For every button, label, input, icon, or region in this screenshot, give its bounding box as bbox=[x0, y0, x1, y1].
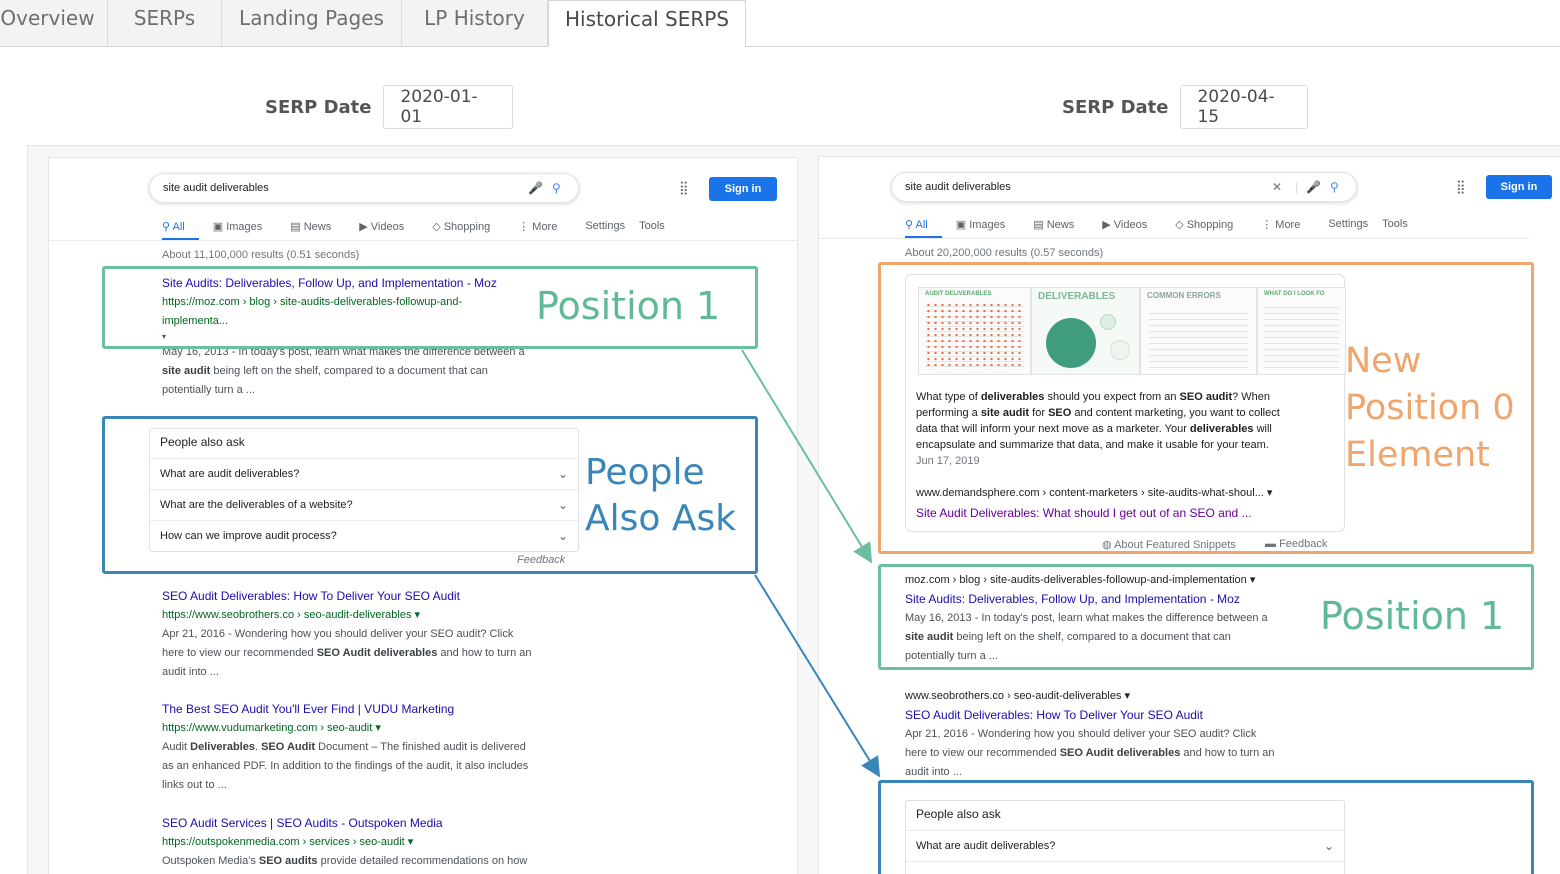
nav-settings[interactable]: Settings bbox=[585, 220, 625, 240]
serp-date-input-right[interactable]: 2020-04-15 bbox=[1180, 85, 1309, 129]
result-count: About 11,100,000 results (0.51 seconds) bbox=[162, 249, 360, 261]
result-url[interactable]: https://www.seobrothers.co › seo-audit-d… bbox=[162, 606, 602, 625]
tab-bar: Overview SERPs Landing Pages LP History … bbox=[0, 0, 1560, 47]
nav-settings[interactable]: Settings bbox=[1328, 218, 1368, 238]
annotation-box-people-also-ask-right bbox=[878, 780, 1534, 874]
annotation-label-new-position-0: New Position 0 Element bbox=[1345, 341, 1515, 475]
nav-more[interactable]: ⋮ More bbox=[518, 220, 571, 240]
result-count: About 20,200,000 results (0.57 seconds) bbox=[905, 247, 1104, 259]
search-result: SEO Audit Deliverables: How To Deliver Y… bbox=[162, 587, 602, 682]
mic-icon[interactable]: 🎤 bbox=[528, 174, 543, 202]
tab-overview[interactable]: Overview bbox=[0, 0, 108, 46]
serp-date-label: SERP Date bbox=[265, 96, 372, 118]
nav-images[interactable]: ▣ Images bbox=[213, 220, 277, 240]
result-snippet: here to view our recommended SEO Audit d… bbox=[905, 747, 1275, 759]
result-title[interactable]: The Best SEO Audit You'll Ever Find | VU… bbox=[162, 700, 602, 719]
result-snippet: Apr 21, 2016 - Wondering how you should … bbox=[162, 628, 514, 640]
serp-date-left: SERP Date 2020-01-01 bbox=[265, 85, 514, 129]
search-query: site audit deliverables bbox=[905, 181, 1011, 193]
result-snippet: audit into ... bbox=[162, 666, 219, 678]
nav-more[interactable]: ⋮ More bbox=[1261, 218, 1314, 238]
result-title[interactable]: SEO Audit Deliverables: How To Deliver Y… bbox=[162, 587, 602, 606]
divider: | bbox=[1295, 180, 1299, 194]
nav-news[interactable]: ▤ News bbox=[290, 220, 345, 240]
result-title[interactable]: SEO Audit Services | SEO Audits - Outspo… bbox=[162, 814, 602, 833]
search-result: The Best SEO Audit You'll Ever Find | VU… bbox=[162, 700, 602, 795]
nav-images[interactable]: ▣ Images bbox=[956, 218, 1020, 238]
nav-news[interactable]: ▤ News bbox=[1033, 218, 1088, 238]
result-snippet: Outspoken Media's SEO audits provide det… bbox=[162, 855, 528, 867]
result-url[interactable]: https://outspokenmedia.com › services › … bbox=[162, 833, 602, 852]
search-result: SEO Audit Services | SEO Audits - Outspo… bbox=[162, 814, 602, 871]
search-result: www.seobrothers.co › seo-audit-deliverab… bbox=[905, 687, 1345, 782]
search-input[interactable]: site audit deliverables ✕ | 🎤 ⚲ bbox=[891, 172, 1357, 202]
sign-in-button[interactable]: Sign in bbox=[709, 177, 777, 201]
tab-landing-pages[interactable]: Landing Pages bbox=[222, 0, 402, 46]
annotation-label-position-1-right: Position 1 bbox=[1320, 594, 1505, 638]
apps-grid-icon[interactable]: ⣿ bbox=[679, 180, 689, 196]
result-title[interactable]: SEO Audit Deliverables: How To Deliver Y… bbox=[905, 706, 1345, 725]
result-snippet: Apr 21, 2016 - Wondering how you should … bbox=[905, 728, 1257, 740]
result-snippet: Audit Deliverables. SEO Audit Document –… bbox=[162, 741, 526, 753]
mic-icon[interactable]: 🎤 bbox=[1306, 173, 1321, 201]
nav-all[interactable]: ⚲ All bbox=[162, 220, 199, 240]
tab-serps[interactable]: SERPs bbox=[108, 0, 222, 46]
search-icon[interactable]: ⚲ bbox=[552, 174, 561, 202]
divider bbox=[819, 238, 1529, 239]
serp-date-input-left[interactable]: 2020-01-01 bbox=[383, 85, 514, 129]
result-snippet: links out to ... bbox=[162, 779, 227, 791]
nav-shopping[interactable]: ◇ Shopping bbox=[1175, 218, 1247, 238]
tab-historical-serps[interactable]: Historical SERPS bbox=[548, 0, 746, 47]
result-snippet: potentially turn a ... bbox=[162, 384, 255, 396]
annotation-label-position-1: Position 1 bbox=[536, 284, 721, 328]
nav-videos[interactable]: ▶ Videos bbox=[1102, 218, 1161, 238]
search-query: site audit deliverables bbox=[163, 182, 269, 194]
nav-tools[interactable]: Tools bbox=[639, 220, 665, 240]
search-nav: ⚲ All ▣ Images ▤ News ▶ Videos ◇ Shoppin… bbox=[905, 218, 1422, 238]
result-snippet: site audit being left on the shelf, comp… bbox=[162, 365, 488, 377]
annotation-label-people-also-ask: People Also Ask bbox=[585, 452, 737, 539]
result-snippet: as an enhanced PDF. In addition to the f… bbox=[162, 760, 529, 772]
tab-lp-history[interactable]: LP History bbox=[402, 0, 548, 46]
apps-grid-icon[interactable]: ⣿ bbox=[1456, 179, 1466, 195]
nav-videos[interactable]: ▶ Videos bbox=[359, 220, 418, 240]
serp-date-right: SERP Date 2020-04-15 bbox=[1062, 85, 1309, 129]
result-url[interactable]: www.seobrothers.co › seo-audit-deliverab… bbox=[905, 687, 1345, 706]
search-nav: ⚲ All ▣ Images ▤ News ▶ Videos ◇ Shoppin… bbox=[162, 220, 679, 240]
sign-in-button[interactable]: Sign in bbox=[1486, 175, 1552, 199]
search-icon[interactable]: ⚲ bbox=[1330, 173, 1339, 201]
nav-shopping[interactable]: ◇ Shopping bbox=[432, 220, 504, 240]
result-snippet: here to view our recommended SEO Audit d… bbox=[162, 647, 532, 659]
serp-date-label: SERP Date bbox=[1062, 96, 1169, 118]
clear-icon[interactable]: ✕ bbox=[1272, 173, 1282, 201]
nav-tools[interactable]: Tools bbox=[1382, 218, 1408, 238]
nav-all[interactable]: ⚲ All bbox=[905, 218, 942, 238]
divider bbox=[49, 240, 797, 241]
search-input[interactable]: site audit deliverables 🎤 ⚲ bbox=[149, 173, 579, 203]
result-url[interactable]: https://www.vudumarketing.com › seo-audi… bbox=[162, 719, 602, 738]
